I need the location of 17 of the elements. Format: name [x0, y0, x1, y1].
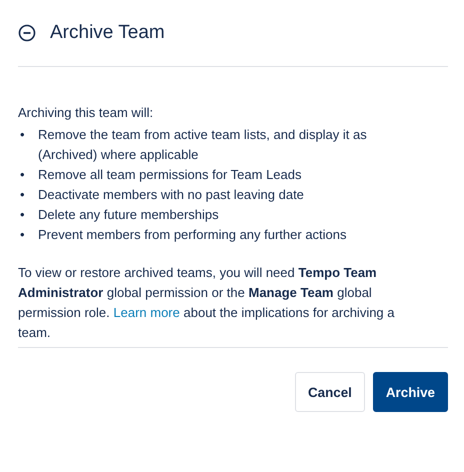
bullet-marker: •	[20, 226, 26, 244]
learn-more-link[interactable]: Learn more	[113, 305, 180, 320]
consequence-item: Prevent members from performing any further actions	[38, 226, 347, 244]
minus-circle-icon	[18, 24, 36, 42]
consequence-item: Remove all team permissions for Team Leads	[38, 166, 302, 184]
bullet-marker: •	[20, 186, 26, 204]
cancel-button[interactable]: Cancel	[294, 372, 365, 412]
bullet-marker: •	[20, 126, 26, 144]
intro-text: Archiving this team will:	[18, 104, 154, 122]
consequence-item: Remove the team from active team lists, and display it as (Archived) where applicable	[38, 126, 368, 164]
bullet-marker: •	[20, 166, 26, 184]
consequence-item: Deactivate members with no past leaving date	[38, 186, 304, 204]
bullet-marker: •	[20, 206, 26, 224]
dialog-title: Archive Team	[50, 22, 165, 44]
permission-note: To view or restore archived teams, you will need Tempo Team Administrator global permission or the Manage Team global permission role. Learn more about the implications for archiving a team.	[18, 264, 396, 342]
consequence-item: Delete any future memberships	[38, 206, 219, 224]
archive-button[interactable]: Archive	[372, 372, 448, 412]
